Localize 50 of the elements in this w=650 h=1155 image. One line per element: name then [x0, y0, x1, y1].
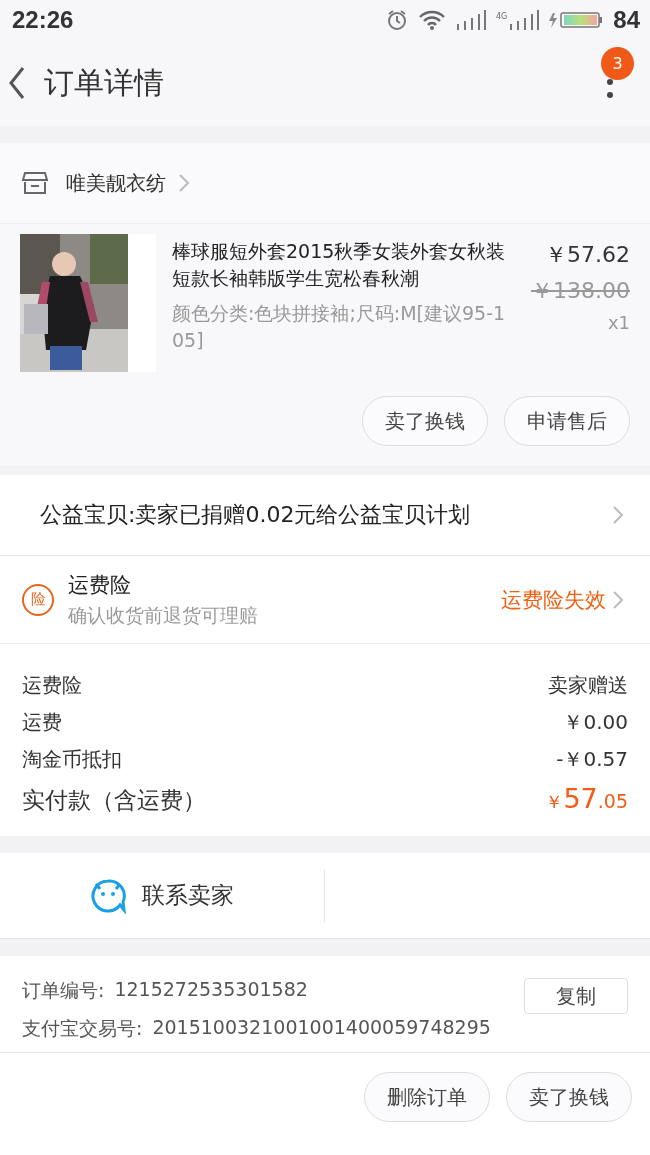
info-value: 2015100321001001400059748295 [152, 1016, 491, 1040]
page-title: 订单详情 [44, 63, 164, 102]
store-icon [22, 171, 48, 195]
action-button[interactable]: 卖了换钱 [362, 396, 488, 446]
product-spec: 颜色分类:色块拼接袖;尺码:M[建议95-105] [172, 301, 507, 353]
insurance-subtitle: 确认收货前退货可理赔 [68, 602, 259, 628]
chevron-right-icon [178, 173, 190, 193]
fee-value: 卖家赠送 [548, 672, 628, 699]
info-label: 订单编号: [22, 978, 105, 1003]
status-time: 22:26 [12, 6, 74, 34]
fee-label: 运费险 [22, 672, 82, 699]
shop-row[interactable]: 唯美靓衣纺 [0, 143, 650, 224]
info-value: 1215272535301582 [114, 978, 308, 1002]
shop-name: 唯美靓衣纺 [66, 169, 166, 197]
copy-button[interactable]: 复制 [524, 978, 628, 1014]
battery-percent: 84 [613, 6, 640, 34]
signal-icon [509, 10, 540, 30]
wifi-icon [418, 9, 446, 31]
product-price: ￥57.62 [545, 241, 630, 269]
charity-text: 公益宝贝:卖家已捐赠0.02元给公益宝贝计划 [40, 501, 471, 529]
charity-row[interactable]: 公益宝贝:卖家已捐赠0.02元给公益宝贝计划 [0, 475, 650, 556]
insurance-icon: 险 [22, 583, 54, 616]
more-menu-button[interactable] [606, 76, 614, 100]
chat-face-icon [90, 877, 126, 914]
product-title[interactable]: 棒球服短外套2015秋季女装外套女秋装短款长袖韩版学生宽松春秋潮 [172, 238, 515, 292]
action-button[interactable]: 申请售后 [504, 396, 630, 446]
action-button[interactable]: 卖了换钱 [506, 1072, 632, 1122]
network-label: 4G [496, 12, 508, 21]
original-price: ￥138.00 [531, 277, 630, 305]
fee-value: -￥0.57 [556, 746, 628, 773]
more-dots-icon [606, 76, 614, 100]
signal-icon [456, 10, 486, 30]
insurance-row[interactable]: 险 运费险 确认收货前退货可理赔 运费险失效 [0, 556, 650, 644]
product-quantity: x1 [607, 312, 630, 333]
back-button[interactable] [8, 66, 26, 100]
notification-badge: 3 [601, 47, 634, 80]
back-chevron-icon [8, 66, 26, 100]
fee-label: 淘金币抵扣 [22, 746, 122, 773]
info-label: 支付宝交易号: [22, 1016, 143, 1041]
action-button[interactable]: 删除订单 [364, 1072, 490, 1122]
fee-value: ￥0.00 [563, 709, 628, 736]
battery-icon [549, 11, 604, 29]
alarm-clock-icon [386, 9, 408, 31]
chevron-right-icon [612, 505, 624, 525]
fee-label: 实付款（含运费） [22, 786, 206, 815]
chevron-right-icon [612, 589, 624, 610]
insurance-status: 运费险失效 [501, 586, 606, 614]
total-amount: ￥57.05 [545, 783, 628, 814]
insurance-title: 运费险 [68, 571, 132, 599]
fee-label: 运费 [22, 709, 62, 736]
